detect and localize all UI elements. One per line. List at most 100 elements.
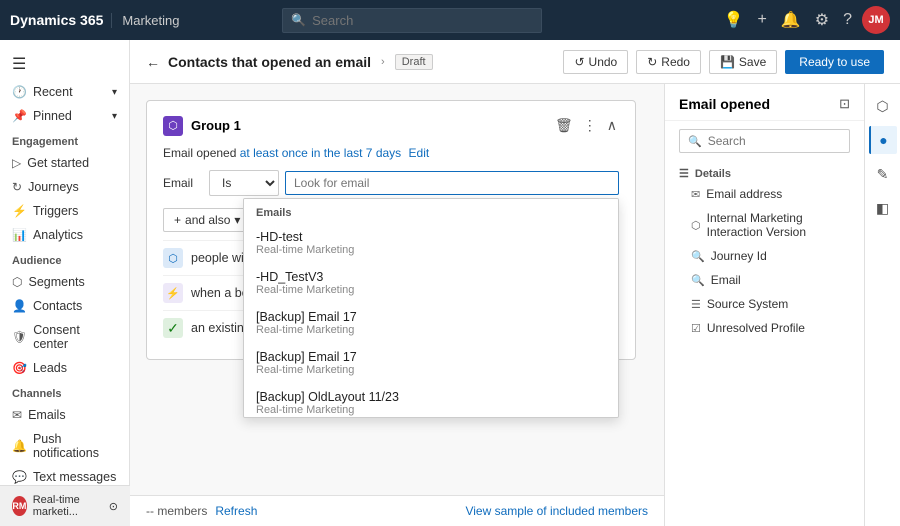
condition-edit-link[interactable]: Edit (409, 146, 430, 160)
audience-section: Audience (0, 247, 129, 270)
list-item[interactable]: [Backup] OldLayout 11/23 Real-time Marke… (244, 383, 618, 418)
panel-search-icon: 🔍 (688, 135, 702, 148)
list-item[interactable]: [Backup] Email 17 Real-time Marketing (244, 303, 618, 343)
edge-icon-2[interactable]: ● (869, 126, 897, 154)
push-label: Push notifications (33, 432, 117, 460)
sidebar-footer-item[interactable]: RM Real-time marketi... ⊙ (0, 485, 130, 526)
right-panel: Email opened ⊡ 🔍 ☰ Details ✉ Email addre… (664, 84, 864, 526)
group-actions: 🗑 ⋮ ∧ (553, 115, 619, 136)
sidebar-item-emails[interactable]: ✉ Emails (0, 403, 129, 427)
analytics-label: Analytics (33, 228, 83, 242)
group-icon: ⬡ (163, 116, 183, 136)
details-section-icon: ☰ (679, 167, 689, 180)
save-label: Save (739, 55, 766, 69)
hamburger-menu[interactable]: ☰ (0, 48, 129, 80)
sidebar-item-get-started[interactable]: ▷ Get started (0, 151, 129, 175)
sidebar-item-triggers[interactable]: ⚡ Triggers (0, 199, 129, 223)
sidebar-item-push[interactable]: 🔔 Push notifications (0, 427, 129, 465)
panel-item-email[interactable]: 🔍 Email (665, 268, 864, 292)
sidebar-item-leads[interactable]: 🎯 Leads (0, 356, 129, 380)
email-field-label: Email (711, 273, 741, 287)
panel-expand-icon[interactable]: ⊡ (839, 96, 850, 112)
back-button[interactable]: ← (146, 54, 160, 70)
settings-icon[interactable]: ⚙ (811, 6, 833, 34)
page-title: Contacts that opened an email (168, 54, 371, 70)
panel-item-journey-id[interactable]: 🔍 Journey Id (665, 244, 864, 268)
avatar[interactable]: JM (862, 6, 890, 34)
refresh-button[interactable]: Refresh (215, 504, 257, 518)
top-navigation: Dynamics 365 Marketing 🔍 💡 + 🔔 ⚙ ? JM (0, 0, 900, 40)
workspace: ⬡ Group 1 🗑 ⋮ ∧ Email opened at least on… (130, 84, 900, 526)
journey-id-label: Journey Id (711, 249, 767, 263)
emails-icon: ✉ (12, 408, 22, 422)
panel-item-interaction-version[interactable]: ⬡ Internal Marketing Interaction Version (665, 206, 864, 244)
group-header: ⬡ Group 1 🗑 ⋮ ∧ (163, 115, 619, 136)
email-address-label: Email address (706, 187, 782, 201)
leads-icon: 🎯 (12, 361, 27, 375)
analytics-icon: 📊 (12, 228, 27, 242)
lightbulb-icon[interactable]: 💡 (720, 6, 748, 34)
save-button[interactable]: 💾 Save (709, 50, 777, 74)
condition-description: Email opened at least once in the last 7… (163, 146, 619, 160)
chevron-pinned: ▾ (112, 111, 117, 122)
plus-icon[interactable]: + (753, 7, 770, 33)
edge-icon-3[interactable]: ✎ (869, 160, 897, 188)
redo-icon: ↻ (647, 55, 657, 69)
sidebar-item-segments[interactable]: ⬡ Segments (0, 270, 129, 294)
email-address-icon: ✉ (691, 188, 700, 201)
help-icon[interactable]: ? (839, 7, 856, 33)
sidebar-item-contacts[interactable]: 👤 Contacts (0, 294, 129, 318)
segments-label: Segments (28, 275, 84, 289)
delete-button[interactable]: 🗑 (553, 115, 575, 136)
filter-row: Email Is Emails -HD-test Real-time Marke… (163, 170, 619, 196)
view-sample-link[interactable]: View sample of included members (465, 504, 648, 518)
triggers-label: Triggers (33, 204, 78, 218)
sidebar-item-journeys[interactable]: ↻ Journeys (0, 175, 129, 199)
attribute-icon: ⬡ (163, 248, 183, 268)
bell-icon[interactable]: 🔔 (777, 6, 805, 34)
sidebar-item-consent[interactable]: 🛡 Consent center (0, 318, 129, 356)
and-also-button[interactable]: + and also ▾ (163, 208, 251, 232)
and-also-chevron: ▾ (234, 213, 240, 227)
triggers-icon: ⚡ (12, 204, 27, 218)
source-system-label: Source System (707, 297, 788, 311)
sidebar-item-pinned[interactable]: 📌 Pinned ▾ (0, 104, 129, 128)
redo-button[interactable]: ↻ Redo (636, 50, 701, 74)
email-field-icon: 🔍 (691, 274, 705, 287)
engagement-section: Engagement (0, 128, 129, 151)
push-icon: 🔔 (12, 439, 27, 453)
collapse-button[interactable]: ∧ (605, 115, 619, 136)
panel-item-source-system[interactable]: ☰ Source System (665, 292, 864, 316)
filter-operator-select[interactable]: Is (209, 170, 279, 196)
more-options-button[interactable]: ⋮ (581, 115, 599, 136)
behavior-icon: ⚡ (163, 283, 183, 303)
sidebar-item-recent[interactable]: 🕐 Recent ▾ (0, 80, 129, 104)
canvas-footer: -- members Refresh View sample of includ… (130, 495, 664, 526)
get-started-icon: ▷ (12, 156, 21, 170)
search-input[interactable] (312, 13, 533, 28)
panel-item-unresolved-profile[interactable]: ☑ Unresolved Profile (665, 316, 864, 340)
panel-item-email-address[interactable]: ✉ Email address (665, 182, 864, 206)
sidebar: ☰ 🕐 Recent ▾ 📌 Pinned ▾ Engagement ▷ Get… (0, 40, 130, 526)
list-item[interactable]: [Backup] Email 17 Real-time Marketing (244, 343, 618, 383)
ready-button[interactable]: Ready to use (785, 50, 884, 74)
filter-value-input[interactable] (285, 171, 619, 195)
global-search[interactable]: 🔍 (282, 8, 542, 33)
interaction-label: Internal Marketing Interaction Version (707, 211, 850, 239)
journey-id-icon: 🔍 (691, 250, 705, 263)
contacts-icon: 👤 (12, 299, 27, 313)
list-item[interactable]: -HD_TestV3 Real-time Marketing (244, 263, 618, 303)
edge-icon-1[interactable]: ⬡ (869, 92, 897, 120)
condition-prefix: Email opened (163, 146, 236, 160)
undo-button[interactable]: ↺ Undo (563, 50, 628, 74)
panel-search-input[interactable] (708, 134, 841, 148)
undo-label: Undo (589, 55, 618, 69)
details-section-label: Details (695, 168, 731, 180)
right-panel-search[interactable]: 🔍 (679, 129, 850, 153)
sidebar-item-analytics[interactable]: 📊 Analytics (0, 223, 129, 247)
unresolved-profile-label: Unresolved Profile (707, 321, 805, 335)
list-item[interactable]: -HD-test Real-time Marketing (244, 223, 618, 263)
details-section[interactable]: ☰ Details (665, 161, 864, 182)
brand-name: Dynamics 365 (10, 12, 103, 28)
edge-icon-4[interactable]: ◧ (869, 194, 897, 222)
